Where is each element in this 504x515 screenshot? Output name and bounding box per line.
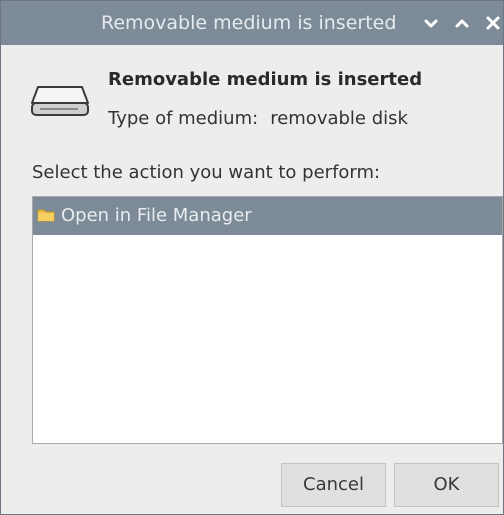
maximize-button[interactable] bbox=[452, 13, 472, 33]
close-icon bbox=[486, 16, 500, 30]
window-title: Removable medium is inserted bbox=[101, 12, 397, 34]
action-prompt: Select the action you want to perform: bbox=[32, 162, 381, 183]
chevron-up-icon bbox=[455, 19, 469, 28]
medium-type-line: Type of medium: removable disk bbox=[108, 108, 408, 129]
cancel-button[interactable]: Cancel bbox=[281, 463, 386, 507]
title-bar[interactable]: Removable medium is inserted bbox=[1, 1, 503, 45]
close-button[interactable] bbox=[483, 13, 503, 33]
medium-type-label: Type of medium: bbox=[108, 108, 259, 129]
medium-title: Removable medium is inserted bbox=[108, 69, 423, 90]
list-item-label: Open in File Manager bbox=[61, 205, 252, 226]
list-item-open-in-file-manager[interactable]: Open in File Manager bbox=[33, 197, 502, 235]
action-list[interactable]: Open in File Manager bbox=[32, 196, 503, 444]
minimize-button[interactable] bbox=[421, 13, 441, 33]
chevron-down-icon bbox=[424, 19, 438, 28]
medium-type-value: removable disk bbox=[270, 108, 408, 129]
dialog-window: Removable medium is inserted Removable m… bbox=[0, 0, 504, 515]
folder-icon bbox=[37, 207, 55, 223]
ok-button[interactable]: OK bbox=[394, 463, 499, 507]
drive-icon bbox=[30, 83, 90, 119]
